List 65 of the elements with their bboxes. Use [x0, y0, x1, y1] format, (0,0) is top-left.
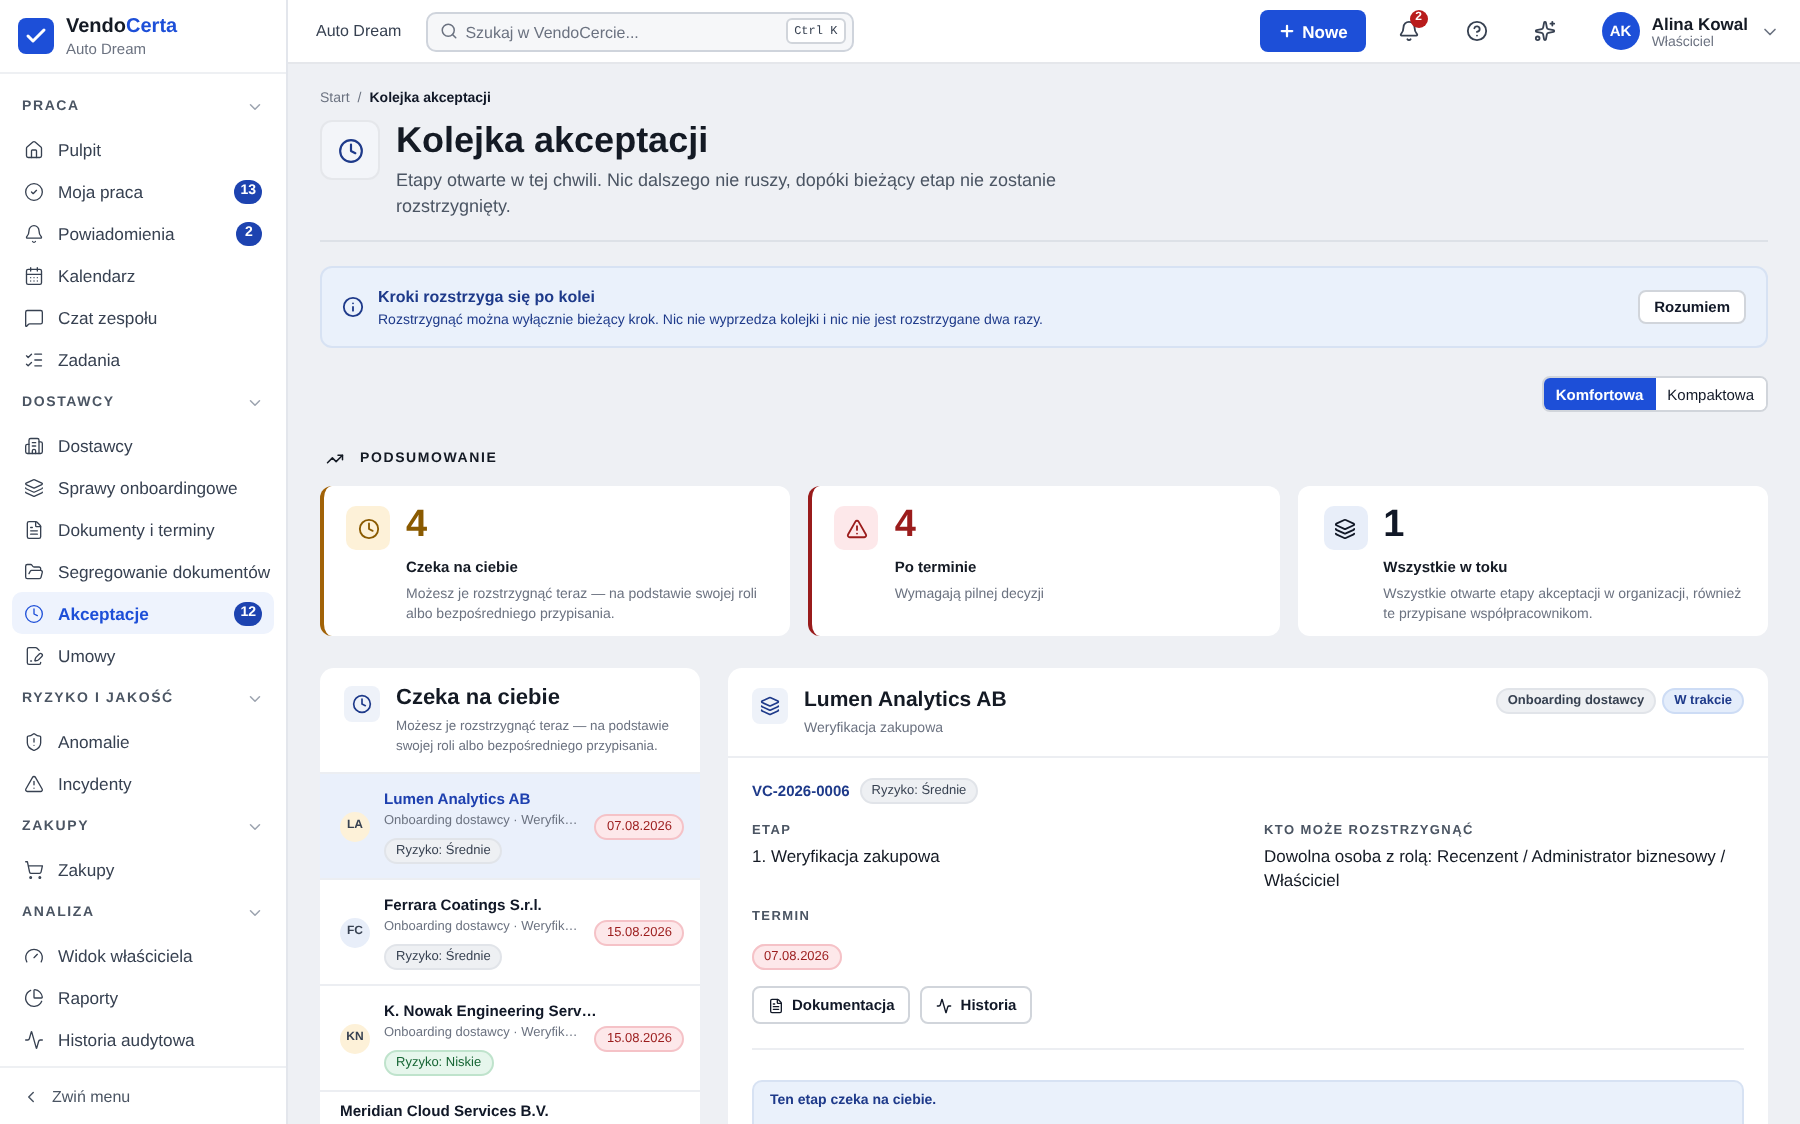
layers-icon	[1323, 506, 1368, 550]
sidebar-item[interactable]: Incydenty	[12, 762, 274, 804]
sidebar-item[interactable]: Pulpit	[12, 128, 274, 170]
sidebar-item[interactable]: Segregowanie dokumentów	[12, 550, 274, 592]
summary-value: 4	[894, 506, 918, 546]
sidebar-item[interactable]: Dokumenty i terminy	[12, 508, 274, 550]
info-icon	[342, 296, 364, 318]
sidebar-item[interactable]: Sprawy onboardingowe	[12, 466, 274, 508]
brand-name: VendoCerta	[66, 15, 178, 39]
clock-icon	[346, 506, 390, 550]
new-button[interactable]: Nowe	[1260, 10, 1366, 52]
sparkles-icon	[1534, 20, 1557, 42]
document-icon	[768, 997, 784, 1013]
search-icon	[439, 22, 458, 40]
trend-icon	[326, 450, 344, 468]
sidebar-item[interactable]: Widok właściciela	[12, 934, 274, 976]
collapse-menu-button[interactable]: Zwiń menu	[22, 1087, 131, 1105]
sidebar-item[interactable]: Czat zespołu	[12, 296, 274, 338]
field-value: Dowolna osoba z rolą: Recenzent / Administrator biznesowy / Właściciel	[1264, 844, 1728, 892]
sidebar-item[interactable]: Kalendarz	[12, 254, 274, 296]
building-icon	[24, 435, 44, 455]
field-value: 1. Weryfikacja zakupowa	[752, 844, 942, 868]
layers-icon	[752, 688, 788, 724]
detail-title: Lumen Analytics AB	[804, 688, 1007, 712]
home-icon	[24, 139, 44, 159]
organization-name: Auto Dream	[316, 22, 402, 40]
warning-icon	[834, 506, 879, 550]
activity-icon	[936, 997, 953, 1013]
sidebar-item[interactable]: Raporty	[12, 976, 274, 1018]
sidebar-item[interactable]: Anomalie	[12, 720, 274, 762]
pie-chart-icon	[24, 987, 44, 1007]
clock-icon	[320, 120, 380, 180]
contract-icon	[24, 645, 44, 665]
layers-icon	[24, 477, 44, 497]
sidebar-item[interactable]: Umowy	[12, 634, 274, 676]
shield-icon	[24, 731, 44, 751]
clock-icon	[24, 603, 44, 623]
sidebar-item[interactable]: Zakupy	[12, 848, 274, 890]
sidebar-item[interactable]: Historia audytowa	[12, 1018, 274, 1060]
list-icon	[24, 349, 44, 369]
activity-icon	[24, 1029, 44, 1049]
check-circle-icon	[24, 181, 44, 201]
warning-icon	[24, 773, 44, 793]
user-name: Alina Kowal	[1651, 13, 1748, 35]
help-icon	[1466, 20, 1489, 42]
bell-icon	[1398, 20, 1421, 42]
document-icon	[24, 519, 44, 539]
chevron-left-icon	[22, 1087, 40, 1105]
page-subtitle: Etapy otwarte w tej chwili. Nic dalszego nie ruszy, dopóki bieżący etap nie zostanie rozstrzygnięty.	[396, 168, 1056, 220]
cart-icon	[24, 859, 44, 879]
plus-icon	[1278, 22, 1297, 40]
panel-title: Czeka na ciebie	[396, 686, 562, 710]
calendar-icon	[24, 265, 44, 285]
page-title: Kolejka akceptacji	[396, 118, 711, 164]
summary-value: 4	[406, 506, 430, 546]
bell-icon	[24, 223, 44, 243]
gauge-icon	[24, 945, 44, 965]
sidebar-item[interactable]: Dostawcy	[12, 424, 274, 466]
summary-value: 1	[1383, 506, 1407, 546]
clock-icon	[344, 686, 380, 722]
chat-icon	[24, 307, 44, 327]
banner-title: Kroki rozstrzyga się po kolei	[378, 287, 597, 305]
folder-icon	[24, 561, 44, 581]
sidebar-item[interactable]: Zadania	[12, 338, 274, 380]
logo-icon	[18, 18, 54, 54]
